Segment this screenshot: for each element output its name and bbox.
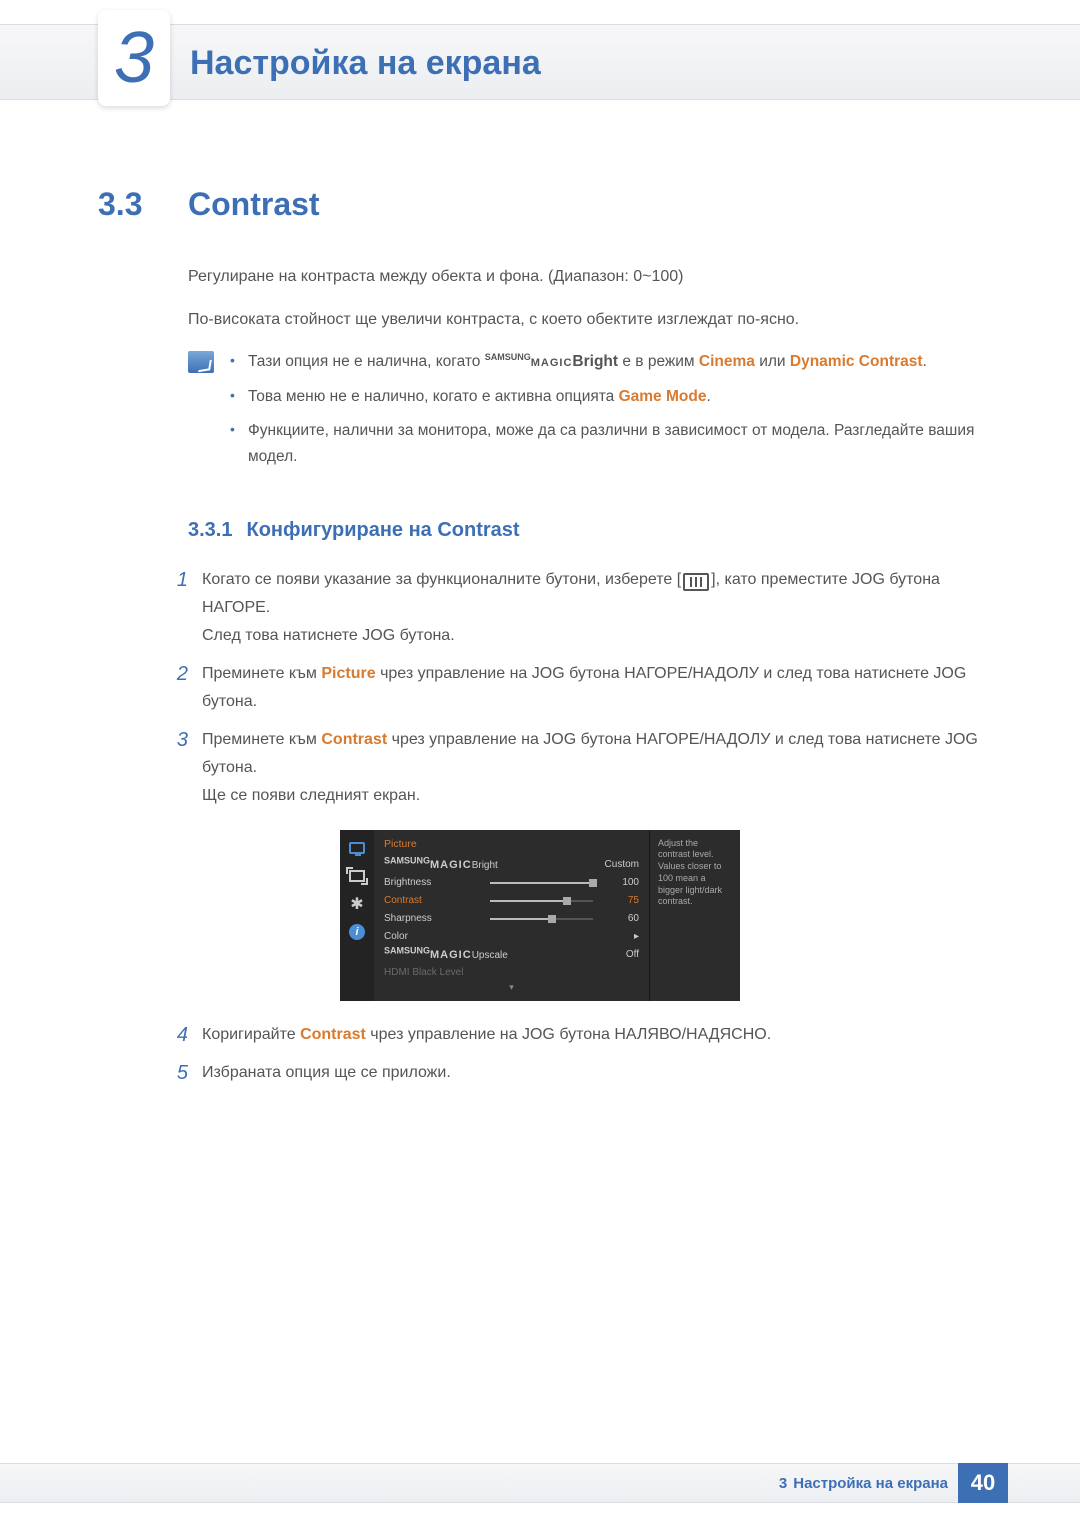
- section-title: Contrast: [188, 186, 320, 223]
- osd-row-color: Color ▸: [384, 928, 639, 946]
- footer-bar: 3Настройка на екрана 40: [0, 1463, 1080, 1503]
- menu-icon: [683, 573, 709, 591]
- info-icon: i: [347, 924, 367, 940]
- section-heading: 3.3 Contrast: [98, 186, 982, 223]
- step-2: 2 Преминете към Picture чрез управление …: [168, 660, 982, 716]
- osd-value: 100: [599, 877, 639, 888]
- monitor-icon: [347, 840, 367, 856]
- osd-row-sharpness: Sharpness 60: [384, 910, 639, 928]
- osd-label: Sharpness: [384, 913, 484, 924]
- osd-title: Picture: [384, 838, 639, 850]
- osd-label: SAMSUNGMAGICUpscale: [384, 949, 484, 961]
- osd-slider: [490, 900, 593, 902]
- note-icon: [188, 351, 214, 373]
- page-number: 40: [958, 1463, 1008, 1503]
- resize-icon: [347, 868, 367, 884]
- subsection-title: Конфигуриране на Contrast: [246, 519, 519, 542]
- note-item-2: Това меню не е налично, когато е активна…: [230, 384, 982, 410]
- step-1: 1 Когато се появи указание за функционал…: [168, 566, 982, 650]
- gear-icon: ✱: [347, 896, 367, 912]
- chevron-right-icon: ▸: [599, 931, 639, 942]
- step-number: 3: [168, 726, 188, 810]
- step-text: Когато се появи указание за функционални…: [202, 566, 982, 650]
- step-text: Преминете към Contrast чрез управление н…: [202, 726, 982, 810]
- note-item-1: Тази опция не е налична, когато SAMSUNGM…: [230, 349, 982, 375]
- intro-paragraph-2: По-високата стойност ще увеличи контраст…: [188, 306, 982, 333]
- chapter-badge: 3: [98, 10, 170, 106]
- osd-label: Brightness: [384, 877, 484, 888]
- osd-label: Contrast: [384, 895, 484, 906]
- osd-row-hdmi: HDMI Black Level: [384, 964, 639, 982]
- chapter-number: 3: [114, 22, 154, 94]
- note-block: Тази опция не е налична, когато SAMSUNGM…: [188, 349, 982, 478]
- step-number: 1: [168, 566, 188, 650]
- osd-sidebar: ✱ i: [340, 830, 374, 1001]
- step-number: 4: [168, 1021, 188, 1049]
- note-list: Тази опция не е налична, когато SAMSUNGM…: [230, 349, 982, 478]
- step-4: 4 Коригирайте Contrast чрез управление н…: [168, 1021, 982, 1049]
- step-3: 3 Преминете към Contrast чрез управление…: [168, 726, 982, 810]
- osd-label: HDMI Black Level: [384, 967, 484, 978]
- osd-value: Custom: [599, 859, 639, 870]
- osd-row-contrast: Contrast 75: [384, 892, 639, 910]
- osd-slider: [490, 882, 593, 884]
- osd-row-upscale: SAMSUNGMAGICUpscale Off: [384, 946, 639, 964]
- osd-value: 60: [599, 913, 639, 924]
- subsection-heading: 3.3.1 Конфигуриране на Contrast: [188, 519, 982, 542]
- osd-value: 75: [599, 895, 639, 906]
- step-5: 5 Избраната опция ще се приложи.: [168, 1059, 982, 1087]
- step-number: 5: [168, 1059, 188, 1087]
- content-area: 3.3 Contrast Регулиране на контраста меж…: [98, 186, 982, 1097]
- section-number: 3.3: [98, 186, 168, 223]
- intro-paragraph-1: Регулиране на контраста между обекта и ф…: [188, 263, 982, 290]
- osd-panel: ✱ i Picture SAMSUNGMAGICBright Custom Br…: [340, 830, 740, 1001]
- osd-slider: [490, 918, 593, 920]
- chevron-down-icon: ▾: [384, 982, 639, 993]
- osd-label: SAMSUNGMAGICBright: [384, 859, 484, 871]
- osd-label: Color: [384, 931, 484, 942]
- osd-row-magicbright: SAMSUNGMAGICBright Custom: [384, 856, 639, 874]
- osd-value: Off: [599, 949, 639, 960]
- note-item-3: Функциите, налични за монитора, може да …: [230, 418, 982, 471]
- osd-help-text: Adjust the contrast level. Values closer…: [650, 830, 740, 1001]
- step-text: Избраната опция ще се приложи.: [202, 1059, 982, 1087]
- osd-row-brightness: Brightness 100: [384, 874, 639, 892]
- osd-main: Picture SAMSUNGMAGICBright Custom Bright…: [374, 830, 650, 1001]
- page-root: 3 Настройка на екрана 3.3 Contrast Регул…: [0, 0, 1080, 1527]
- step-number: 2: [168, 660, 188, 716]
- subsection-number: 3.3.1: [188, 519, 232, 542]
- footer-chapter-label: 3Настройка на екрана: [779, 1475, 958, 1492]
- step-text: Коригирайте Contrast чрез управление на …: [202, 1021, 982, 1049]
- chapter-title: Настройка на екрана: [190, 44, 541, 83]
- step-text: Преминете към Picture чрез управление на…: [202, 660, 982, 716]
